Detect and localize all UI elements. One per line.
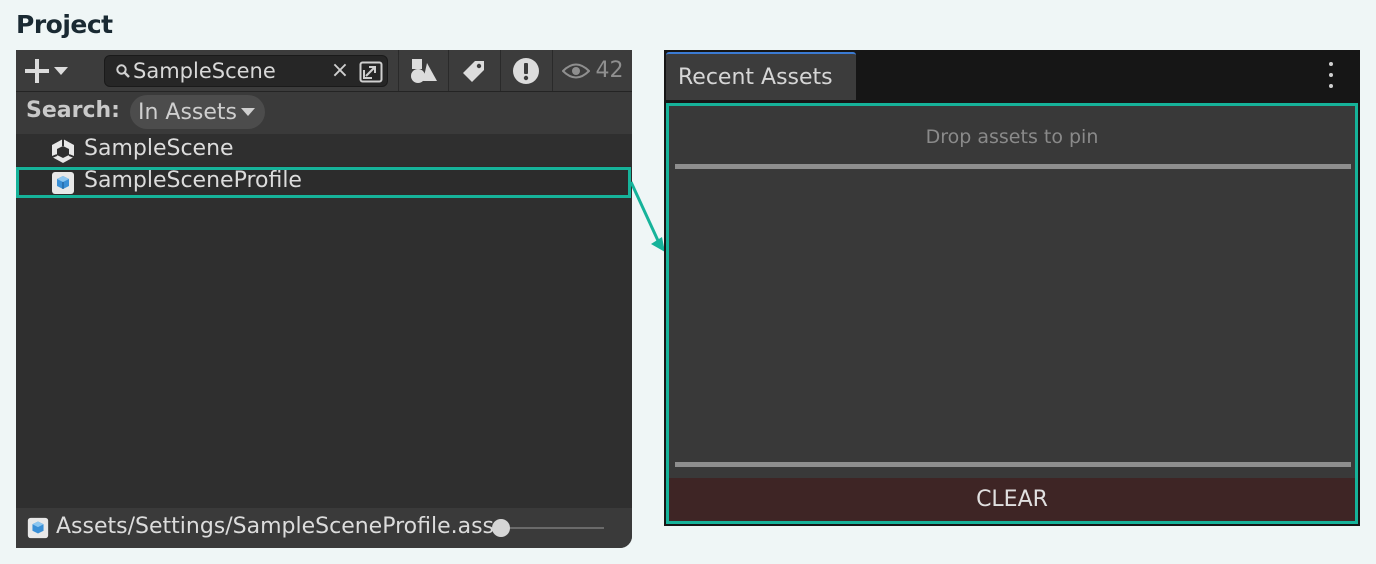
search-input[interactable] [133,58,323,84]
profile-asset-icon [52,172,74,194]
recent-tab-bar: Recent Assets [664,50,1360,100]
icon-size-slider[interactable] [492,519,604,537]
pin-drop-area[interactable]: Drop assets to pin CLEAR [666,103,1358,524]
status-bar: Assets/Settings/SampleSceneProfile.asset [16,508,632,548]
section-title: Project [16,10,113,39]
tab-recent-assets[interactable]: Recent Assets [666,52,856,100]
asset-list: SampleScene SampleSceneProfile [16,134,632,198]
drop-hint: Drop assets to pin [925,126,1099,148]
divider [675,164,1351,169]
search-field[interactable]: × [104,55,388,87]
search-label: Search: [26,98,120,123]
show-issues-button[interactable] [500,50,550,91]
type-filter-icon [410,58,437,83]
create-button[interactable] [24,56,80,86]
search-by-type-button[interactable] [398,50,448,91]
profile-asset-icon [27,517,49,539]
list-item[interactable]: SampleSceneProfile [16,166,632,198]
search-by-label-button[interactable] [448,50,498,91]
open-search-window-icon[interactable] [359,61,383,83]
clear-search-button[interactable]: × [329,57,351,85]
package-count: 42 [595,58,624,83]
list-item[interactable]: SampleScene [16,134,632,166]
selected-asset-path: Assets/Settings/SampleSceneProfile.asset [56,514,496,539]
clear-button[interactable]: CLEAR [669,478,1355,521]
hidden-packages-toggle[interactable]: 42 [552,50,632,91]
unity-scene-icon [51,139,75,163]
asset-name: SampleScene [84,136,234,161]
search-scope-bar: Search: In Assets [16,92,632,134]
search-scope-dropdown[interactable]: In Assets [130,95,266,129]
warning-icon [512,57,539,84]
project-window: × [16,50,632,548]
tag-icon [462,60,484,82]
more-options-icon[interactable] [1326,62,1336,88]
slider-track [500,527,604,529]
eye-icon [561,63,590,78]
recent-assets-window: Recent Assets Drop assets to pin CLEAR [664,50,1360,526]
plus-icon [24,58,50,84]
project-toolbar: × [16,50,632,92]
slider-thumb[interactable] [492,519,510,537]
chevron-down-icon [54,67,68,75]
search-icon [116,64,130,78]
chevron-down-icon [241,108,256,116]
search-scope-value: In Assets [138,99,238,125]
divider [675,462,1351,467]
asset-name: SampleSceneProfile [84,168,302,193]
